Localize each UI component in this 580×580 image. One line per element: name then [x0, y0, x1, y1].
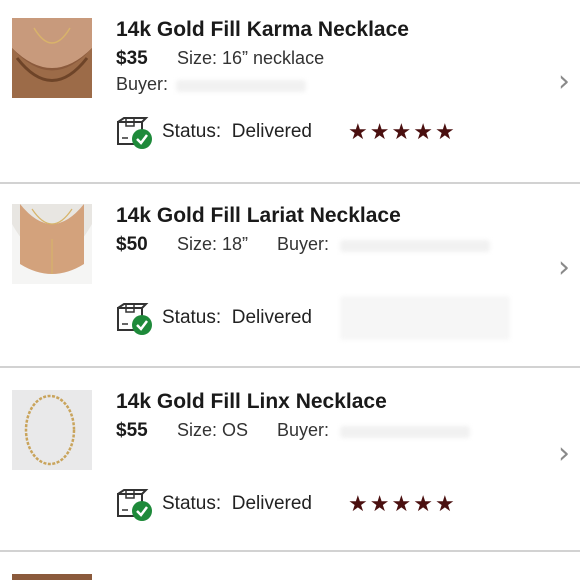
status-value: Delivered — [231, 307, 312, 328]
star-icon: ★ — [391, 119, 412, 144]
star-icon: ★ — [413, 119, 433, 144]
buyer-label: Buyer: — [116, 74, 169, 94]
product-thumbnail — [12, 204, 92, 284]
chevron-right-icon[interactable]: › — [558, 250, 570, 285]
rating-redacted — [340, 296, 510, 340]
order-row-2[interactable]: 14k Gold Fill Lariat Necklace $50 Size: … — [0, 184, 580, 368]
size-label: Size: 16” necklace — [177, 48, 325, 68]
product-thumbnail — [12, 574, 92, 580]
price: $50 — [116, 234, 148, 255]
star-icon: ★ — [434, 119, 455, 144]
star-icon: ★ — [434, 491, 455, 516]
status-text: Status: Delivered — [162, 493, 312, 515]
next-row-partial — [0, 560, 580, 580]
order-row-1[interactable]: 14k Gold Fill Karma Necklace $35 Size: 1… — [0, 0, 580, 184]
star-icon: ★ — [348, 119, 368, 144]
status-label: Status: — [162, 121, 222, 142]
chevron-right-icon[interactable]: › — [558, 64, 570, 99]
size-label: Size: OS — [177, 420, 249, 440]
product-thumbnail — [12, 390, 92, 470]
buyer-label: Buyer: — [277, 420, 330, 440]
order-row-3[interactable]: 14k Gold Fill Linx Necklace $55 Size: OS… — [0, 368, 580, 552]
product-title: 14k Gold Fill Linx Necklace — [116, 390, 387, 413]
size-label: Size: 18” — [177, 234, 249, 254]
price: $55 — [116, 420, 148, 441]
buyer-redacted — [340, 240, 490, 252]
buyer-redacted — [340, 426, 470, 438]
product-thumbnail — [12, 18, 92, 98]
star-icon: ★ — [413, 491, 433, 516]
star-icon: ★ — [369, 491, 390, 516]
status-value: Delivered — [231, 121, 312, 142]
status-text: Status: Delivered — [162, 307, 312, 329]
star-icon: ★ — [391, 491, 412, 516]
buyer-redacted — [176, 80, 306, 92]
price: $35 — [116, 48, 148, 69]
package-check-icon — [116, 116, 154, 150]
status-label: Status: — [162, 493, 222, 514]
package-check-icon — [116, 488, 154, 522]
buyer-label: Buyer: — [277, 234, 330, 254]
product-title: 14k Gold Fill Karma Necklace — [116, 18, 409, 41]
status-label: Status: — [162, 307, 222, 328]
rating-stars: ★ ★ ★ ★ ★ — [348, 493, 455, 515]
status-value: Delivered — [231, 493, 312, 514]
rating-stars: ★ ★ ★ ★ ★ — [348, 121, 455, 143]
star-icon: ★ — [369, 119, 390, 144]
package-check-icon — [116, 302, 154, 336]
status-text: Status: Delivered — [162, 121, 312, 143]
chevron-right-icon[interactable]: › — [558, 436, 570, 471]
star-icon: ★ — [348, 491, 368, 516]
product-title: 14k Gold Fill Lariat Necklace — [116, 204, 401, 227]
